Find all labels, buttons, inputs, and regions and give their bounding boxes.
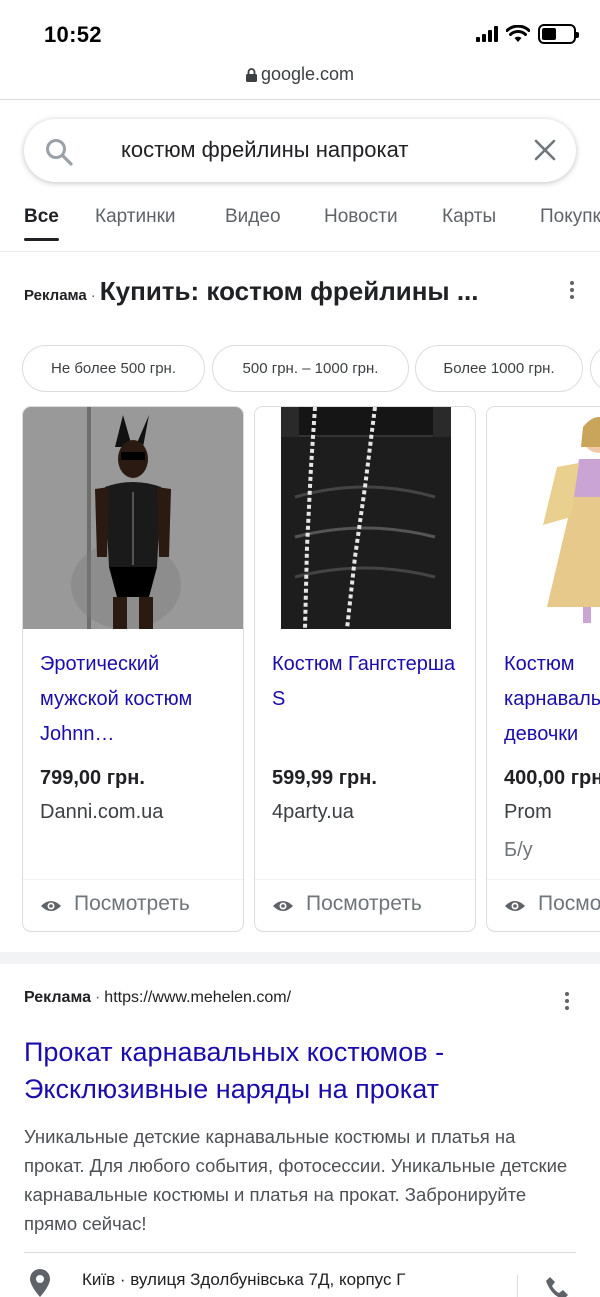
eye-icon [41,901,61,911]
tab-videos[interactable]: Видео [225,206,281,228]
product-store: Prom [504,801,552,823]
product-price: 799,00 грн. [40,767,145,789]
search-icon[interactable] [44,137,74,167]
lock-icon [245,68,257,83]
text-ad-header: Реклама · https://www.mehelen.com/ [24,989,291,1007]
ad-url[interactable]: https://www.mehelen.com/ [104,989,291,1006]
status-icons [476,24,579,44]
url-text: google.com [260,64,355,84]
search-tabs: Все Картинки Видео Новости Карты Покупки [0,196,600,252]
shopping-ad-title[interactable]: Купить: костюм фрейлины ... [100,276,479,306]
ad-label: Реклама [24,989,91,1006]
view-button[interactable]: Посмотреть [23,879,243,931]
view-button[interactable]: Посмотреть [255,879,475,931]
ad-separator: · [94,989,101,1006]
search-input[interactable]: костюм фрейлины напрокат [121,137,408,163]
more-options-icon[interactable] [565,992,569,1010]
product-condition: Б/у [504,839,533,861]
price-filter-chips: Не более 500 грн. 500 грн. – 1000 грн. Б… [22,345,600,393]
tab-news[interactable]: Новости [324,206,398,228]
location-pin-icon [30,1269,50,1297]
product-price: 599,99 грн. [272,767,377,789]
product-title[interactable]: Костюм карнавальный для девочки [504,647,600,752]
product-image[interactable] [487,407,600,629]
wifi-icon [506,25,530,42]
chip-500-1000[interactable]: 500 грн. – 1000 грн. [212,345,409,392]
tab-images[interactable]: Картинки [95,206,176,228]
shopping-ad-header: Реклама · Купить: костюм фрейлины ... [24,276,544,307]
address-bar[interactable]: google.com [0,64,600,100]
product-title[interactable]: Эротический мужской костюм Johnn… [40,647,230,752]
more-options-icon[interactable] [570,281,574,299]
product-store: 4party.ua [272,801,354,823]
product-card[interactable]: Костюм Гангстерша S 599,99 грн. 4party.u… [254,406,476,932]
product-card[interactable]: Костюм карнавальный для девочки 400,00 г… [486,406,600,932]
status-time: 10:52 [44,22,102,47]
clear-search-icon[interactable] [532,137,558,163]
tab-shopping[interactable]: Покупки [540,206,600,228]
product-store: Danni.com.ua [40,801,164,823]
tab-all[interactable]: Все [24,206,59,241]
phone-icon[interactable] [544,1275,570,1297]
tab-maps[interactable]: Карты [442,206,496,228]
separator [517,1275,518,1297]
chip-more[interactable] [590,345,600,392]
ad-label: Реклама [24,287,87,304]
view-button[interactable]: Посмотреть [487,879,600,931]
ad-address[interactable]: Київ · вулиця Здолбунівська 7Д, корпус Г [82,1270,405,1290]
product-card[interactable]: Эротический мужской костюм Johnn… 799,00… [22,406,244,932]
text-ad-description: Уникальные детские карнавальные костюмы … [24,1126,568,1234]
ad-location-row[interactable]: Київ · вулиця Здолбунівська 7Д, корпус Г [0,1253,600,1297]
text-ad-title[interactable]: Прокат карнавальных костюмов - Эксклюзив… [24,1034,574,1108]
product-price: 400,00 грн. [504,767,600,789]
cellular-signal-icon [476,26,498,42]
view-label: Посмотреть [74,892,190,915]
search-box[interactable]: костюм фрейлины напрокат [24,119,576,182]
chip-over-1000[interactable]: Более 1000 грн. [415,345,583,392]
product-image[interactable] [23,407,243,629]
product-image[interactable] [255,407,475,629]
chip-under-500[interactable]: Не более 500 грн. [22,345,205,392]
eye-icon [505,901,525,911]
status-bar: 10:52 [0,0,600,64]
section-divider [0,952,600,964]
view-label: Посмотреть [306,892,422,915]
view-label: Посмотреть [538,892,600,915]
eye-icon [273,901,293,911]
product-title[interactable]: Костюм Гангстерша S [272,647,462,717]
product-carousel: Эротический мужской костюм Johnn… 799,00… [22,406,600,933]
ad-separator: · [90,287,96,304]
battery-icon [538,24,579,44]
